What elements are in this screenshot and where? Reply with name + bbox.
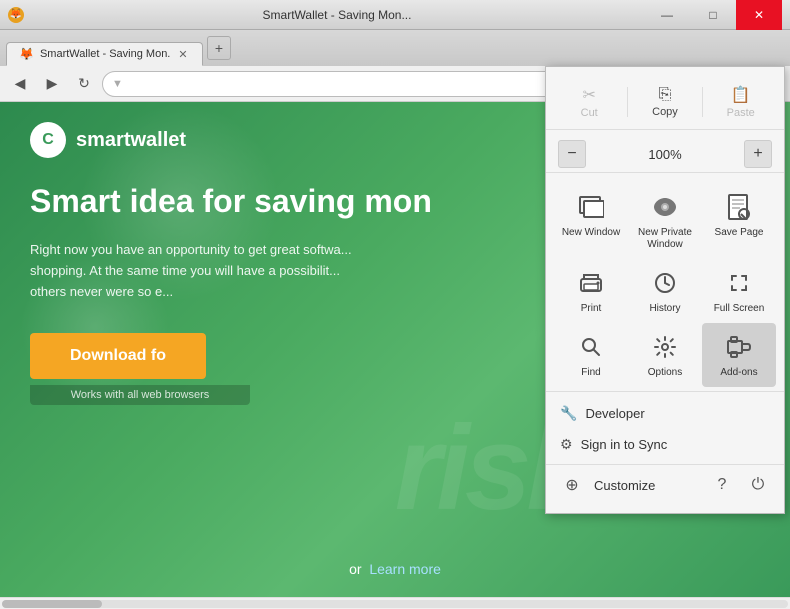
sign-in-item[interactable]: ⚙ Sign in to Sync (546, 429, 784, 460)
page-title: SmartWallet - Saving Mon... (30, 8, 644, 22)
customize-label[interactable]: Customize (594, 478, 655, 493)
forward-button[interactable]: ▶ (38, 70, 66, 98)
url-input[interactable] (102, 71, 606, 97)
download-button[interactable]: Download fo (30, 333, 206, 379)
tab-label: SmartWallet - Saving Mon... (40, 48, 170, 60)
minimize-button[interactable]: — (644, 0, 690, 30)
copy-button[interactable]: ⎘ Copy (640, 82, 690, 122)
menu-grid: New Window New Private Window Save Page … (546, 179, 784, 392)
hero-body: Right now you have an opportunity to get… (30, 240, 570, 302)
print-icon (575, 267, 607, 299)
options-button[interactable]: Options (628, 323, 702, 387)
logo-text: smartwallet (76, 129, 186, 152)
find-icon (575, 331, 607, 363)
hero-headline: Smart idea for saving mon (30, 182, 570, 220)
tab-bar: 🦊 SmartWallet - Saving Mon... ✕ + (0, 30, 790, 66)
private-window-label: New Private Window (632, 227, 698, 251)
developer-icon: 🔧 (560, 405, 577, 422)
title-bar: 🦊 SmartWallet - Saving Mon... — □ ✕ (0, 0, 790, 30)
zoom-in-button[interactable]: + (744, 140, 772, 168)
quit-button[interactable]: ⏻ (744, 471, 772, 499)
zoom-out-button[interactable]: − (558, 140, 586, 168)
learn-more-area: or Learn more (349, 561, 441, 577)
browser-icon: 🦊 (8, 7, 24, 23)
save-page-button[interactable]: Save Page (702, 183, 776, 259)
addons-button[interactable]: Add-ons (702, 323, 776, 387)
new-window-icon (575, 191, 607, 223)
paste-button[interactable]: 📋 Paste (716, 81, 766, 123)
find-button[interactable]: Find (554, 323, 628, 387)
addons-icon (723, 331, 755, 363)
print-button[interactable]: Print (554, 259, 628, 323)
refresh-button[interactable]: ↻ (70, 70, 98, 98)
copy-icon: ⎘ (659, 86, 672, 104)
tab-close-button[interactable]: ✕ (176, 47, 190, 61)
developer-item[interactable]: 🔧 Developer (546, 398, 784, 429)
url-bar-wrapper: ▼ ↻ (102, 71, 606, 97)
history-icon (649, 267, 681, 299)
zoom-row: − 100% + (546, 136, 784, 173)
paste-icon: 📋 (731, 85, 751, 105)
clipboard-row: ✂ Cut ⎘ Copy 📋 Paste (546, 75, 784, 130)
maximize-button[interactable]: □ (690, 0, 736, 30)
scroll-track[interactable] (2, 600, 788, 608)
works-with-text: Works with all web browsers (30, 385, 250, 405)
save-page-label: Save Page (715, 227, 764, 239)
new-window-button[interactable]: New Window (554, 183, 628, 259)
active-tab[interactable]: 🦊 SmartWallet - Saving Mon... ✕ (6, 42, 203, 66)
new-window-label: New Window (562, 227, 620, 239)
window-controls: — □ ✕ (644, 0, 782, 30)
browser-menu: ✂ Cut ⎘ Copy 📋 Paste − 100% + New Window (545, 66, 785, 514)
fullscreen-icon (723, 267, 755, 299)
scrollbar[interactable] (0, 597, 790, 609)
logo-icon: C (30, 122, 66, 158)
sync-icon: ⚙ (560, 436, 573, 453)
logo-area: C smartwallet (30, 122, 186, 158)
options-label: Options (648, 367, 682, 379)
help-button[interactable]: ? (708, 471, 736, 499)
close-button[interactable]: ✕ (736, 0, 782, 30)
cut-button[interactable]: ✂ Cut (564, 81, 614, 123)
menu-footer: ⊕ Customize ? ⏻ (546, 464, 784, 505)
private-window-button[interactable]: New Private Window (628, 183, 702, 259)
history-button[interactable]: History (628, 259, 702, 323)
fullscreen-button[interactable]: Full Screen (702, 259, 776, 323)
cut-icon: ✂ (582, 85, 595, 105)
learn-more-link[interactable]: Learn more (369, 561, 441, 577)
customize-plus-icon: ⊕ (558, 471, 586, 499)
find-label: Find (581, 367, 600, 379)
save-page-icon (723, 191, 755, 223)
new-tab-button[interactable]: + (207, 36, 231, 60)
hero-section: Smart idea for saving mon Right now you … (30, 182, 570, 405)
options-icon (649, 331, 681, 363)
cta-section: Download fo Works with all web browsers (30, 333, 570, 405)
history-label: History (649, 303, 680, 315)
private-window-icon (649, 191, 681, 223)
back-button[interactable]: ◀ (6, 70, 34, 98)
fullscreen-label: Full Screen (714, 303, 765, 315)
addons-label: Add-ons (720, 367, 757, 379)
print-label: Print (581, 303, 602, 315)
zoom-value: 100% (596, 147, 734, 162)
scroll-thumb[interactable] (2, 600, 102, 608)
